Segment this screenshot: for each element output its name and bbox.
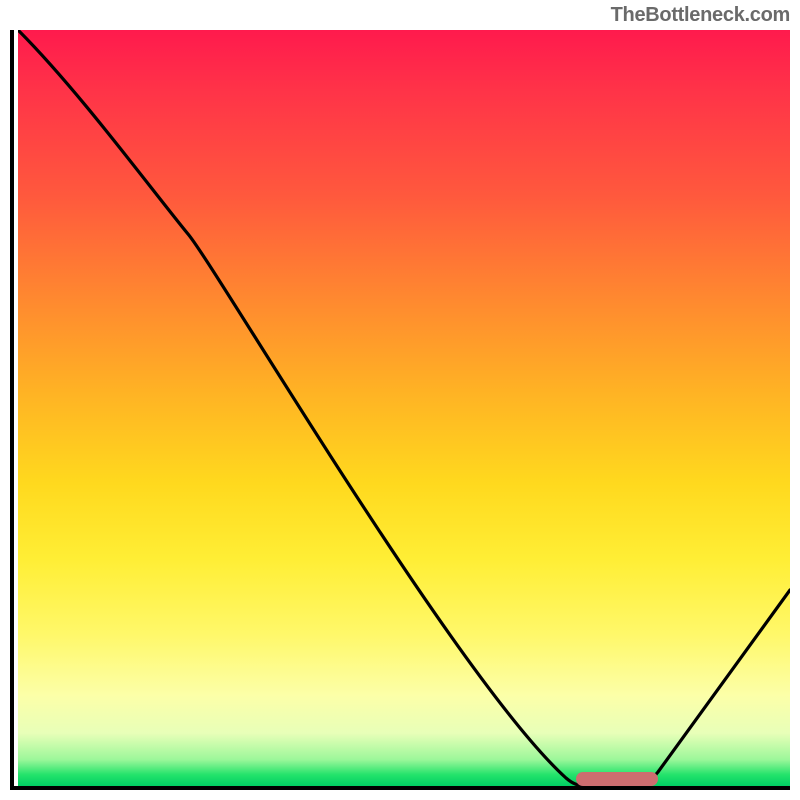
chart-curve xyxy=(18,30,790,786)
chart-axes xyxy=(10,30,790,790)
optimal-range-marker xyxy=(576,772,658,786)
chart-plot-area xyxy=(18,30,790,786)
attribution-text: TheBottleneck.com xyxy=(611,4,790,27)
bottleneck-line xyxy=(18,30,790,786)
